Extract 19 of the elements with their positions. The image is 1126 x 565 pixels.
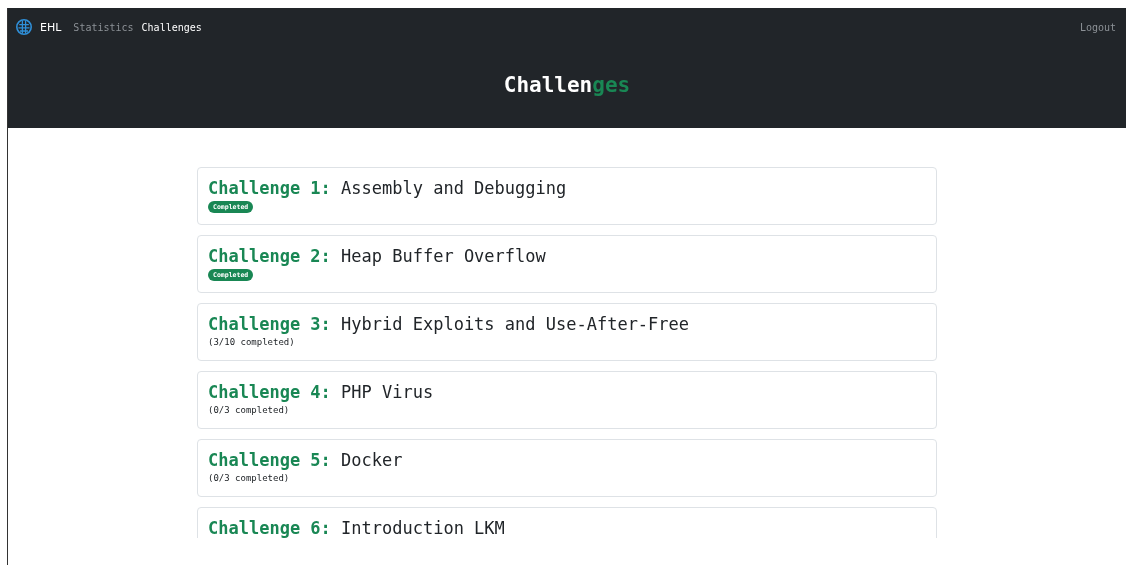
challenge-card[interactable]: Challenge 3: Hybrid Exploits and Use-After-Free (3/10 completed) <box>197 303 937 361</box>
challenge-card[interactable]: Challenge 5: Docker (0/3 completed) <box>197 439 937 497</box>
logo-icon[interactable] <box>16 19 32 35</box>
nav-link[interactable]: Challenges <box>141 21 202 33</box>
progress-text: (0/3 completed) <box>208 405 290 415</box>
logout-link[interactable]: Logout <box>1079 21 1116 33</box>
challenge-title: Challenge 4: PHP Virus <box>208 382 434 402</box>
challenge-card[interactable]: Challenge 4: PHP Virus (0/3 completed) <box>197 371 937 429</box>
progress-text: (0/3 completed) <box>208 473 290 483</box>
challenge-title: Challenge 1: Assembly and Debugging <box>208 178 567 198</box>
challenge-title: Challenge 5: Docker <box>208 450 403 470</box>
brand-name[interactable]: EHL <box>40 20 62 34</box>
challenge-title: Challenge 6: Introduction LKM <box>208 518 505 538</box>
challenge-title: Challenge 2: Heap Buffer Overflow <box>208 246 546 266</box>
challenge-title: Challenge 3: Hybrid Exploits and Use-After-Free <box>208 314 690 334</box>
nav-link[interactable]: Statistics <box>73 21 134 33</box>
page-title: Challenges <box>502 72 632 97</box>
challenge-card[interactable]: Challenge 6: Introduction LKM <box>197 507 937 538</box>
progress-text: (3/10 completed) <box>208 337 295 347</box>
